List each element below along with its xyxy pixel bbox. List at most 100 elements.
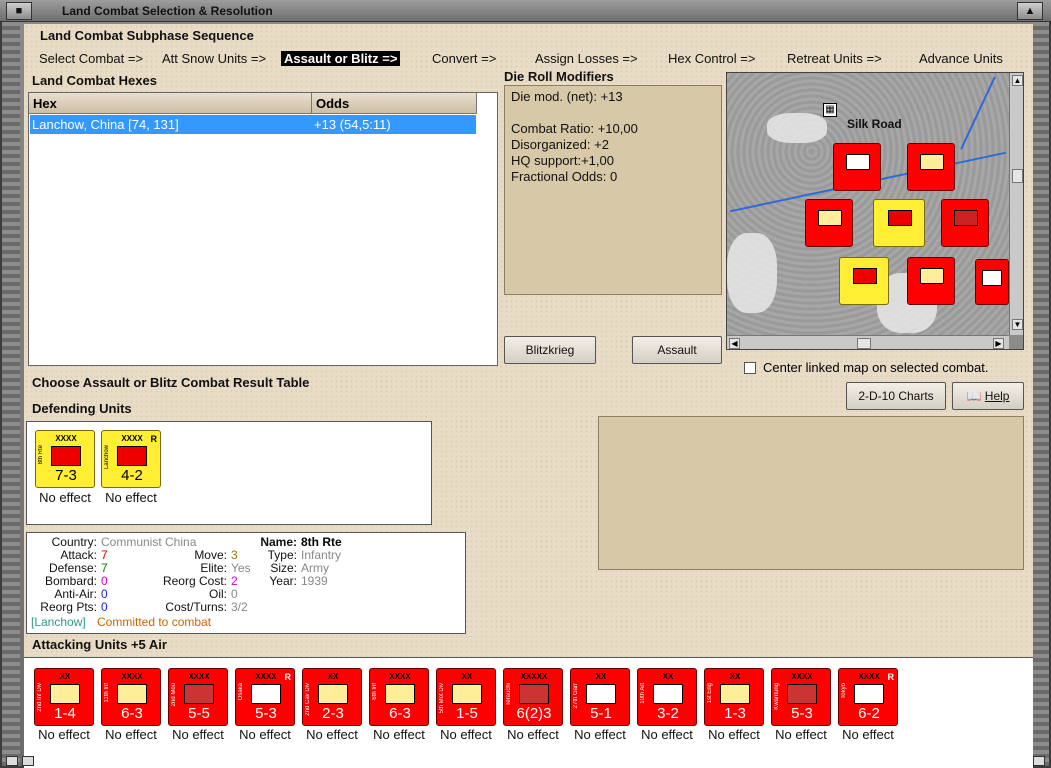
- map-unit-counter[interactable]: [833, 143, 881, 191]
- modifier-line: Disorganized: +2: [511, 137, 609, 152]
- name-key: Name:: [260, 535, 297, 549]
- defender-result: No effect: [105, 490, 157, 505]
- unit-name: Terauchi: [506, 683, 512, 706]
- reorg-pts-key: Reorg Pts:: [40, 600, 97, 614]
- attacker-result: No effect: [239, 727, 291, 742]
- name-value: 8th Rte: [301, 535, 342, 549]
- resize-grip-right[interactable]: [1033, 756, 1045, 766]
- center-map-checkbox[interactable]: [744, 362, 756, 374]
- column-header-hex[interactable]: Hex: [29, 93, 312, 114]
- attacker-unit-counter[interactable]: XXXXX Terauchi 6(2)3: [503, 668, 563, 726]
- resize-grip-left[interactable]: [6, 756, 18, 766]
- attacker-unit-counter[interactable]: XX 1st Eng 1-3: [704, 668, 764, 726]
- assault-button[interactable]: Assault: [632, 336, 722, 364]
- status-location: [Lanchow]: [31, 615, 86, 629]
- attacker-unit-counter[interactable]: XX 10th Art 3-2: [637, 668, 697, 726]
- scroll-up-icon[interactable]: ▲: [1012, 75, 1023, 86]
- attacker-unit-counter[interactable]: XX 2nd Inf Div 1-4: [34, 668, 94, 726]
- attacker-unit-counter[interactable]: XXXX Kwantung 5-3: [771, 668, 831, 726]
- scroll-down-icon[interactable]: ▼: [1012, 319, 1023, 330]
- charts-button[interactable]: 2-D-10 Charts: [846, 382, 946, 410]
- phase-retreat: Retreat Units =>: [787, 51, 882, 66]
- unit-values: 1-3: [724, 705, 746, 722]
- defender-unit-counter[interactable]: XXXX R Lanchow 4-2: [101, 430, 161, 488]
- unit-size: XX: [662, 672, 674, 681]
- unit-size: XXXX: [55, 434, 77, 443]
- phase-convert: Convert =>: [432, 51, 497, 66]
- attacker-unit-counter[interactable]: XXXX 6th Inf 6-3: [369, 668, 429, 726]
- size-value: Army: [301, 561, 329, 575]
- attacker-unit-counter[interactable]: XXXX R Osaka 5-3: [235, 668, 295, 726]
- attacker-result: No effect: [842, 727, 894, 742]
- unit-name: 6th Inf: [372, 683, 378, 700]
- scroll-thumb[interactable]: [857, 338, 871, 349]
- map-unit-counter[interactable]: [907, 143, 955, 191]
- system-menu-button[interactable]: ■: [6, 2, 32, 20]
- unit-values: 6-3: [389, 705, 411, 722]
- center-map-label: Center linked map on selected combat.: [763, 360, 989, 375]
- unit-values: 2-3: [322, 705, 344, 722]
- defender-unit-counter[interactable]: XXXX 8th Rte 7-3: [35, 430, 95, 488]
- help-button[interactable]: 📖 Help: [952, 382, 1024, 410]
- unit-values: 1-5: [456, 705, 478, 722]
- attacker-unit-counter[interactable]: XXXX R Tokyo 6-2: [838, 668, 898, 726]
- map-unit-counter[interactable]: [941, 199, 989, 247]
- unit-size: XX: [729, 672, 741, 681]
- oil-value: 0: [231, 587, 238, 601]
- map-unit-counter[interactable]: [907, 257, 955, 305]
- combat-hexes-list[interactable]: Hex Odds Lanchow, China [74, 131] +13 (5…: [28, 92, 498, 366]
- blitzkrieg-button[interactable]: Blitzkrieg: [504, 336, 596, 364]
- unit-values: 7-3: [55, 467, 77, 484]
- unit-name: 1st Eng: [707, 683, 713, 704]
- resize-grip-left-2[interactable]: [22, 756, 34, 766]
- unit-name: 10th Art: [640, 683, 646, 704]
- column-header-odds[interactable]: Odds: [312, 93, 477, 114]
- map-unit-counter[interactable]: [839, 257, 889, 305]
- modifier-line: Fractional Odds: 0: [511, 169, 618, 184]
- attacker-result: No effect: [373, 727, 425, 742]
- phase-assign-losses: Assign Losses =>: [535, 51, 638, 66]
- mountain-symbol-icon: [184, 684, 214, 704]
- map-unit-counter-defender[interactable]: [873, 199, 925, 247]
- cavalry-symbol-icon: [318, 684, 348, 704]
- mech-symbol-icon: [251, 684, 281, 704]
- scroll-right-icon[interactable]: ▶: [993, 338, 1004, 349]
- modifier-line: HQ support:+1,00: [511, 153, 614, 168]
- attack-key: Attack:: [60, 548, 97, 562]
- map-vertical-scrollbar[interactable]: ▲ ▼: [1009, 73, 1023, 335]
- attacking-units-panel: XX 2nd Inf Div 1-4 No effect XXXX 11th I…: [24, 657, 1033, 768]
- cost-turns-value: 3/2: [231, 600, 248, 614]
- artillery-symbol-icon: [653, 684, 683, 704]
- attacker-unit-counter[interactable]: XXXX 2nd Mou 5-5: [168, 668, 228, 726]
- map-unit-counter[interactable]: [975, 259, 1009, 305]
- map-horizontal-scrollbar[interactable]: ◀ ▶: [727, 335, 1009, 349]
- left-rail: [2, 22, 20, 766]
- attacker-unit-counter[interactable]: XX 2nd Cav Div 2-3: [302, 668, 362, 726]
- unit-values: 3-2: [657, 705, 679, 722]
- subphase-heading: Land Combat Subphase Sequence: [40, 28, 254, 43]
- scroll-thumb[interactable]: [1012, 169, 1023, 183]
- defender-result: No effect: [39, 490, 91, 505]
- unit-name: 2nd Mou: [171, 683, 177, 707]
- map-unit-counter[interactable]: [805, 199, 853, 247]
- attacker-unit-counter[interactable]: XX 5th Mot Div 1-5: [436, 668, 496, 726]
- move-value: 3: [231, 548, 238, 562]
- close-button[interactable]: ▲: [1017, 2, 1043, 20]
- unit-size: XXXX: [791, 672, 813, 681]
- unit-values: 4-2: [121, 467, 143, 484]
- modifier-line: Combat Ratio: +10,00: [511, 121, 638, 136]
- defense-key: Defense:: [48, 561, 97, 575]
- table-row[interactable]: Lanchow, China [74, 131] +13 (54,5:11): [30, 115, 476, 134]
- attacker-unit-counter[interactable]: XX 27th Garr 5-1: [570, 668, 630, 726]
- attacker-result: No effect: [574, 727, 626, 742]
- unit-size: XX: [59, 672, 71, 681]
- unit-info-panel: Country: Communist China Attack: 7 Defen…: [26, 532, 466, 634]
- titlebar: ■ Land Combat Selection & Resolution ▲: [0, 0, 1051, 22]
- linked-map[interactable]: ▦ Silk Road ▲ ▼ ◀ ▶: [726, 72, 1024, 350]
- elite-key: Elite:: [200, 561, 227, 575]
- unit-name: Tokyo: [841, 683, 847, 699]
- scroll-left-icon[interactable]: ◀: [729, 338, 740, 349]
- attacker-result: No effect: [38, 727, 90, 742]
- attacker-unit-counter[interactable]: XXXX 11th Inf 6-3: [101, 668, 161, 726]
- mech-symbol-icon: [854, 684, 884, 704]
